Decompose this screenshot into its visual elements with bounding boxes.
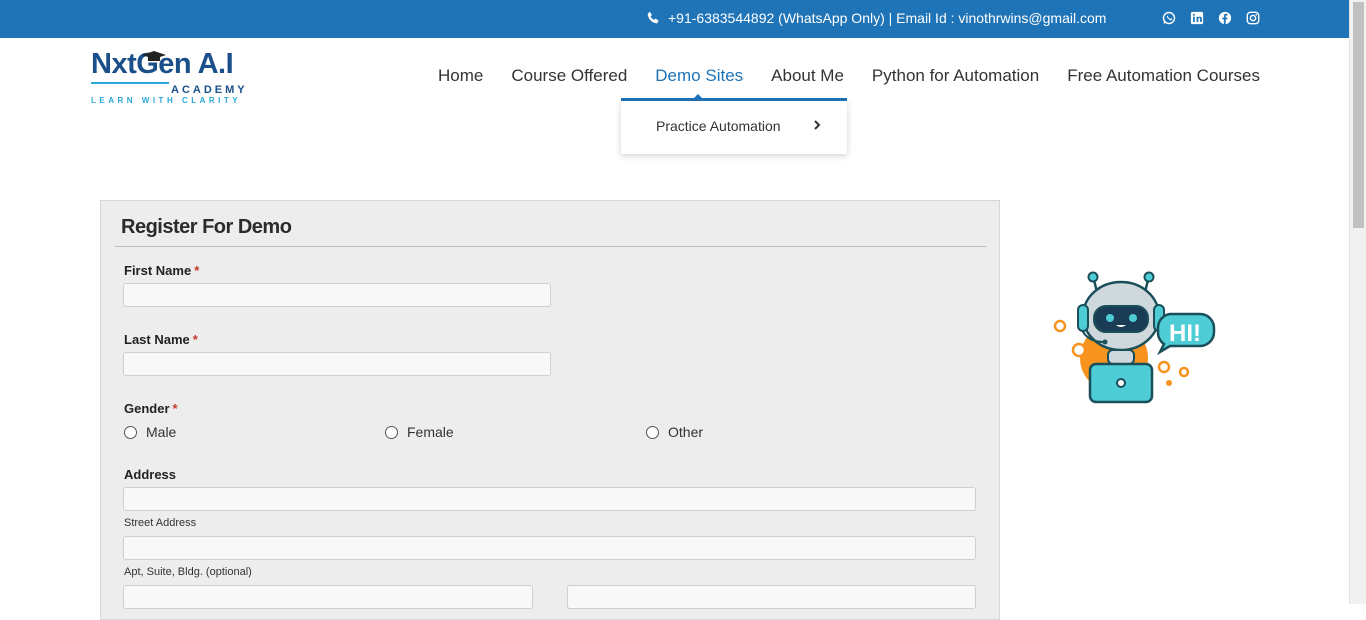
first-name-input[interactable] — [123, 283, 551, 307]
nav-home[interactable]: Home — [438, 66, 483, 86]
radio-circle[interactable] — [385, 425, 398, 439]
street-address-sublabel: Street Address — [124, 517, 197, 529]
nav-course-offered[interactable]: Course Offered — [511, 66, 627, 86]
gender-radio-female[interactable]: Female — [385, 424, 454, 440]
logo-underline — [91, 82, 169, 84]
nav-demo-sites[interactable]: Demo Sites — [655, 66, 743, 86]
gender-label: Gender * — [124, 401, 178, 416]
gender-radio-male[interactable]: Male — [124, 424, 176, 440]
instagram-icon[interactable] — [1246, 11, 1260, 25]
site-logo[interactable]: NxtGen A.I ACADEMY LEARN WITH CLARITY — [91, 50, 251, 106]
chevron-right-icon — [814, 120, 821, 130]
facebook-icon[interactable] — [1218, 11, 1232, 25]
logo-text: NxtGen A.I — [91, 48, 234, 80]
radio-label: Male — [146, 424, 177, 440]
required-mark: * — [194, 263, 200, 278]
speech-bubble-text: HI! — [1169, 320, 1201, 347]
register-form-panel: Register For Demo First Name * Last Name *… — [100, 200, 1000, 620]
dropdown-item-practice-automation[interactable]: Practice Automation — [656, 118, 781, 134]
address-label: Address — [124, 467, 177, 482]
city-input[interactable] — [123, 585, 533, 609]
robot-illustration: HI! — [1053, 271, 1216, 404]
linkedin-icon[interactable] — [1190, 11, 1204, 25]
radio-circle[interactable] — [124, 425, 137, 439]
last-name-label-text: Last Name — [124, 332, 190, 347]
phone-icon — [647, 11, 659, 24]
first-name-label-text: First Name — [124, 263, 192, 278]
radio-label: Other — [668, 424, 704, 440]
scrollbar-thumb[interactable] — [1353, 2, 1364, 228]
radio-circle[interactable] — [646, 425, 659, 439]
last-name-input[interactable] — [123, 352, 551, 376]
required-mark: * — [192, 332, 198, 347]
contact-text: +91-6383544892 (WhatsApp Only) | Email I… — [668, 10, 1107, 26]
title-divider — [115, 246, 986, 247]
nav-python-for-automation[interactable]: Python for Automation — [872, 66, 1039, 86]
required-mark: * — [172, 401, 178, 416]
apt-suite-input[interactable] — [123, 536, 976, 560]
nav-about-me[interactable]: About Me — [771, 66, 844, 86]
form-title: Register For Demo — [121, 216, 292, 238]
last-name-label: Last Name * — [124, 332, 198, 347]
graduation-cap-icon — [142, 51, 166, 61]
state-input[interactable] — [567, 585, 976, 609]
radio-label: Female — [407, 424, 454, 440]
demo-sites-dropdown: Practice Automation — [621, 101, 847, 154]
page-scrollbar[interactable] — [1349, 0, 1366, 604]
nav-free-automation-courses[interactable]: Free Automation Courses — [1067, 66, 1260, 86]
first-name-label: First Name * — [124, 263, 199, 278]
apt-suite-sublabel: Apt, Suite, Bldg. (optional) — [124, 566, 252, 578]
logo-subtext: ACADEMY — [171, 84, 248, 96]
top-bar: +91-6383544892 (WhatsApp Only) | Email I… — [0, 0, 1349, 38]
logo-tagline: LEARN WITH CLARITY — [91, 96, 242, 105]
main-nav: Home Course Offered Demo Sites About Me … — [438, 66, 1260, 86]
street-address-input[interactable] — [123, 487, 976, 511]
social-links — [1162, 11, 1260, 25]
contact-info: +91-6383544892 (WhatsApp Only) | Email I… — [646, 10, 1106, 26]
gender-label-text: Gender — [124, 401, 170, 416]
gender-radio-other[interactable]: Other — [646, 424, 703, 440]
whatsapp-icon[interactable] — [1162, 11, 1176, 25]
